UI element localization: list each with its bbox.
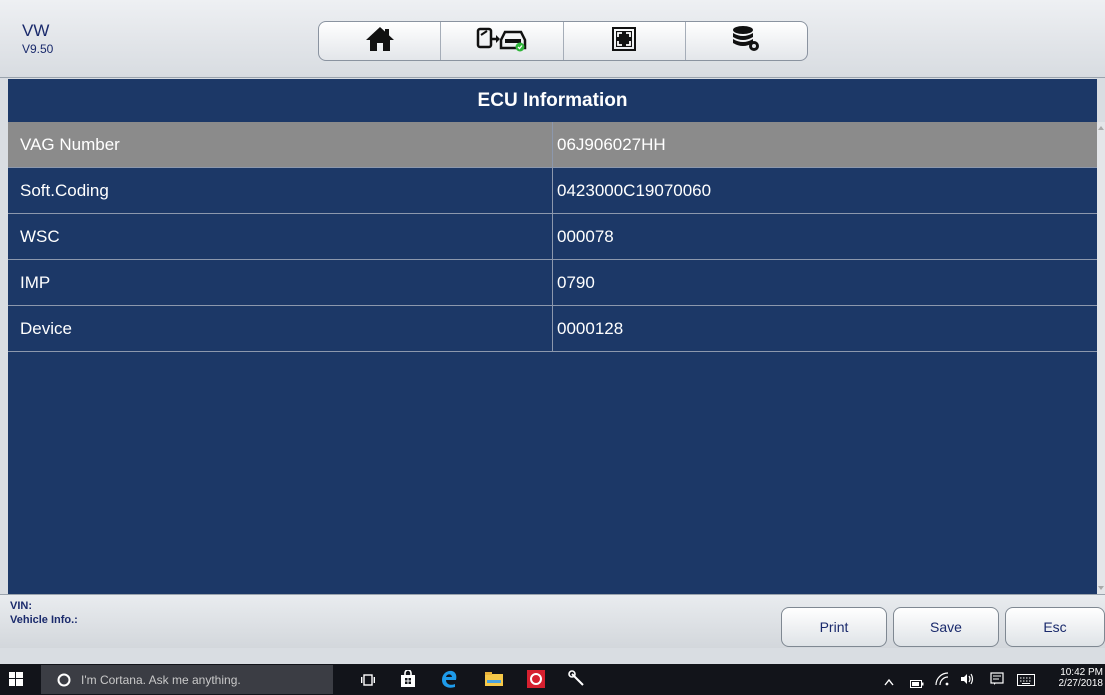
table-row[interactable]: Soft.Coding 0423000C19070060 <box>8 168 1097 214</box>
wifi-icon <box>935 672 949 691</box>
row-value: 0423000C19070060 <box>557 180 712 200</box>
vin-label: VIN: <box>10 600 32 612</box>
volume-button[interactable] <box>960 672 974 691</box>
red-app-icon <box>527 670 545 693</box>
file-explorer-button[interactable] <box>485 671 503 692</box>
windows-taskbar: I'm Cortana. Ask me anything. 10:42 PM 2… <box>0 664 1105 695</box>
search-placeholder: I'm Cortana. Ask me anything. <box>81 672 241 687</box>
diagnostic-tool-button[interactable] <box>568 670 586 693</box>
vehicle-connect-button[interactable] <box>441 22 564 60</box>
clock-date: 2/27/2018 <box>1058 678 1104 689</box>
ecu-info-table: VAG Number 06J906027HH Soft.Coding 04230… <box>8 122 1097 594</box>
start-button[interactable] <box>9 672 23 691</box>
edge-button[interactable] <box>440 669 458 694</box>
windows-logo-icon <box>9 672 23 691</box>
vehicle-info-label: Vehicle Info.: <box>10 614 78 626</box>
brand-name: VW <box>22 21 50 40</box>
main-toolbar <box>318 21 808 61</box>
scroll-up-arrow-icon[interactable] <box>1098 126 1104 130</box>
data-settings-button[interactable] <box>686 22 807 60</box>
table-row[interactable]: IMP 0790 <box>8 260 1097 306</box>
edge-browser-icon <box>440 669 458 694</box>
row-label: IMP <box>8 260 553 305</box>
cortana-search-box[interactable]: I'm Cortana. Ask me anything. <box>41 665 333 694</box>
home-icon <box>365 26 395 57</box>
row-value: 06J906027HH <box>557 134 666 154</box>
table-row[interactable]: VAG Number 06J906027HH <box>8 122 1097 168</box>
home-button[interactable] <box>319 22 442 60</box>
database-settings-icon <box>731 25 761 58</box>
store-bag-icon <box>400 669 416 693</box>
folder-icon <box>485 671 503 692</box>
scroll-down-arrow-icon[interactable] <box>1098 586 1104 590</box>
battery-icon <box>910 675 924 693</box>
battery-button[interactable] <box>910 675 924 693</box>
store-button[interactable] <box>400 669 416 693</box>
app-pinned-button[interactable] <box>527 670 545 693</box>
save-button[interactable]: Save <box>893 607 999 647</box>
row-value: 0790 <box>557 272 595 292</box>
notification-icon <box>990 672 1004 691</box>
row-value: 000078 <box>557 226 614 246</box>
clock-time: 10:42 PM <box>1060 667 1103 678</box>
brand-block: VW V9.50 <box>22 22 53 55</box>
fullscreen-icon <box>612 26 637 56</box>
chevron-up-icon <box>884 673 894 691</box>
cortana-icon <box>57 673 71 687</box>
system-clock[interactable]: 10:42 PM 2/27/2018 <box>1048 667 1104 689</box>
row-value: 0000128 <box>557 318 624 338</box>
table-row[interactable]: WSC 000078 <box>8 214 1097 260</box>
tablet-car-connect-icon <box>476 26 528 57</box>
wifi-button[interactable] <box>935 672 949 691</box>
table-scrollbar[interactable] <box>1097 122 1105 594</box>
footer-bar: VIN: Vehicle Info.: Print Save Esc <box>0 594 1105 648</box>
print-button[interactable]: Print <box>781 607 887 647</box>
row-label: Device <box>8 306 553 351</box>
row-label: Soft.Coding <box>8 168 553 213</box>
fullscreen-button[interactable] <box>564 22 686 60</box>
action-center-button[interactable] <box>990 672 1004 691</box>
touch-keyboard-button[interactable] <box>1017 673 1035 691</box>
app-header: VW V9.50 <box>0 0 1105 78</box>
task-view-button[interactable] <box>360 673 376 691</box>
table-row[interactable]: Device 0000128 <box>8 306 1097 352</box>
wrench-icon <box>568 670 586 693</box>
page-title: ECU Information <box>8 79 1097 122</box>
speaker-icon <box>960 672 974 691</box>
esc-button[interactable]: Esc <box>1005 607 1105 647</box>
tray-overflow-button[interactable] <box>884 673 894 691</box>
keyboard-icon <box>1017 673 1035 691</box>
task-view-icon <box>360 673 376 691</box>
row-label: VAG Number <box>8 122 553 167</box>
app-version: V9.50 <box>22 42 54 56</box>
row-label: WSC <box>8 214 553 259</box>
